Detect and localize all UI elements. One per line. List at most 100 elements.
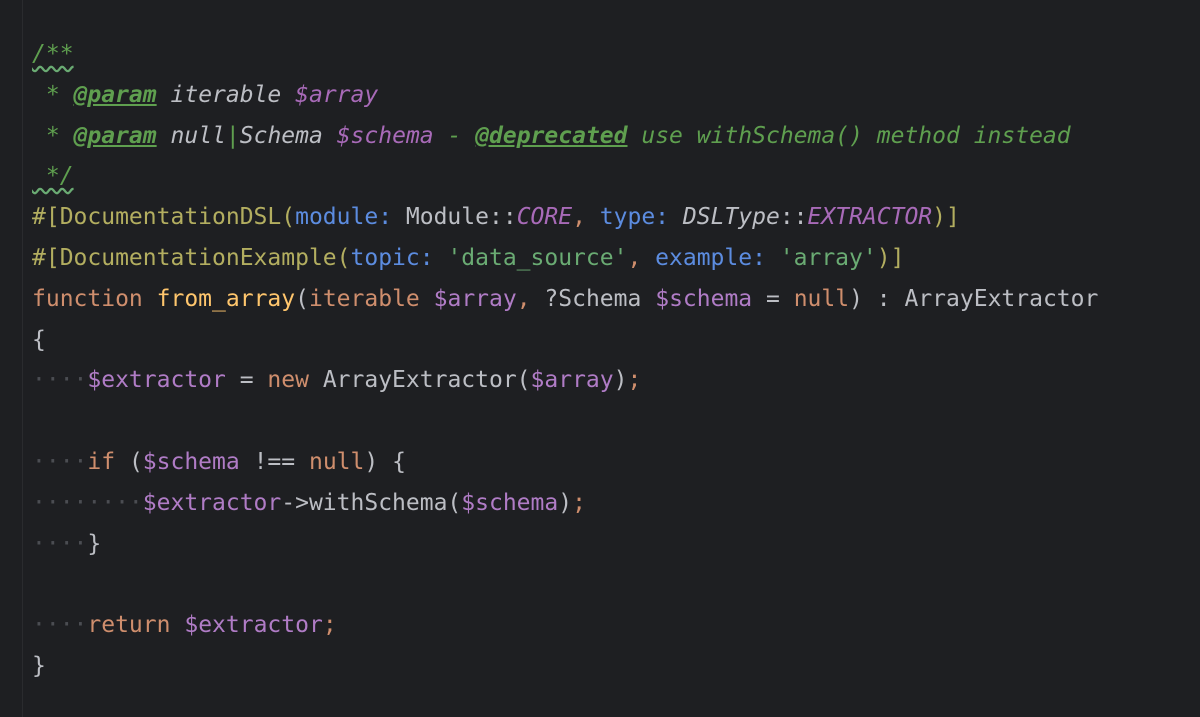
code-token: DSLType: [682, 204, 780, 231]
code-line[interactable]: */: [32, 156, 1098, 197]
code-token: EXTRACTOR: [807, 204, 933, 231]
code-token: (: [295, 285, 309, 312]
code-token: ;: [322, 612, 337, 639]
code-token: #[DocumentationExample(: [32, 244, 351, 271]
code-line[interactable]: [32, 564, 1098, 605]
code-token: if: [87, 448, 116, 475]
code-token: use withSchema() method instead: [627, 122, 1071, 149]
code-token: $extractor: [184, 612, 323, 639]
code-token: ArrayExtractor: [904, 285, 1099, 312]
code-token: $array: [530, 367, 614, 394]
code-token: @param: [73, 81, 157, 108]
code-token: ········: [32, 489, 143, 516]
code-token: 'data_source': [447, 244, 628, 271]
code-token: ;: [572, 489, 586, 516]
code-token: example:: [655, 244, 780, 271]
code-token: CORE: [516, 204, 573, 231]
editor-gutter: [0, 0, 23, 717]
code-line[interactable]: function from_array(iterable $array, ?Sc…: [32, 279, 1098, 320]
code-token: ····: [32, 367, 88, 394]
code-token: ····: [32, 612, 88, 639]
code-line[interactable]: /**: [32, 34, 1098, 75]
code-editor[interactable]: /** * @param iterable $array * @param nu…: [0, 0, 1200, 717]
code-token: |: [225, 122, 240, 149]
code-token: ): [613, 367, 628, 394]
code-token: ) :: [849, 285, 905, 312]
code-token: @deprecated: [475, 122, 628, 149]
code-token: iterable: [308, 285, 420, 312]
code-token: module:: [295, 204, 406, 231]
code-token: (: [115, 448, 143, 475]
code-token: ) {: [364, 448, 406, 475]
code-area[interactable]: /** * @param iterable $array * @param nu…: [32, 34, 1098, 687]
code-token: ::: [779, 204, 808, 231]
code-token: ····: [32, 530, 88, 557]
code-token: 'array': [779, 244, 877, 271]
code-token: iterable: [170, 81, 282, 108]
code-line[interactable]: ····$extractor = new ArrayExtractor($arr…: [32, 360, 1098, 401]
code-token: $extractor: [142, 489, 282, 516]
code-token: $extractor: [87, 367, 226, 394]
code-token: from_array: [156, 285, 296, 312]
code-line[interactable]: ········$extractor->withSchema($schema);: [32, 483, 1098, 524]
code-token: ,: [516, 285, 545, 312]
code-line[interactable]: #[DocumentationExample(topic: 'data_sour…: [32, 238, 1098, 279]
code-token: *: [32, 122, 74, 149]
code-token: */: [32, 163, 74, 190]
code-token: )]: [876, 244, 905, 271]
code-token: ,: [627, 244, 656, 271]
code-token: ->withSchema(: [281, 489, 462, 516]
code-line[interactable]: {: [32, 320, 1098, 361]
code-token: ····: [32, 448, 88, 475]
code-line[interactable]: }: [32, 646, 1098, 687]
code-line[interactable]: * @param null|Schema $schema - @deprecat…: [32, 116, 1098, 157]
code-token: ::: [488, 204, 517, 231]
code-token: Module: [405, 204, 489, 231]
code-token: @param: [73, 122, 157, 149]
code-token: }: [87, 530, 102, 557]
code-token: $schema: [655, 285, 753, 312]
code-token: )]: [932, 204, 960, 231]
code-token: *: [32, 81, 74, 108]
code-line[interactable]: ····}: [32, 524, 1098, 565]
code-line[interactable]: * @param iterable $array: [32, 75, 1098, 116]
code-token: }: [32, 652, 46, 679]
code-token: Schema: [239, 122, 323, 149]
code-token: new: [267, 367, 309, 394]
code-token: =: [752, 285, 794, 312]
code-token: topic:: [350, 244, 448, 271]
code-token: /**: [32, 41, 74, 67]
code-token: $schema: [142, 448, 240, 475]
code-line[interactable]: ····return $extractor;: [32, 605, 1098, 646]
code-token: $array: [433, 285, 517, 312]
code-token: #[DocumentationDSL(: [32, 204, 296, 231]
code-line[interactable]: ····if ($schema !== null) {: [32, 442, 1098, 483]
code-token: !==: [239, 448, 309, 475]
code-token: return: [87, 612, 171, 639]
code-token: $array: [295, 81, 379, 108]
code-line[interactable]: [32, 401, 1098, 442]
code-token: $schema: [461, 489, 559, 516]
code-token: null: [308, 448, 365, 475]
code-token: ArrayExtractor(: [308, 367, 531, 394]
code-token: function: [32, 285, 143, 312]
code-token: ,: [572, 204, 600, 231]
code-token: ;: [627, 367, 642, 394]
code-token: null: [170, 122, 226, 149]
code-token: {: [32, 326, 46, 353]
code-token: ): [558, 489, 573, 516]
code-line[interactable]: #[DocumentationDSL(module: Module::CORE,…: [32, 197, 1098, 238]
code-token: -: [433, 122, 476, 149]
code-token: ?Schema: [544, 285, 642, 312]
code-token: type:: [599, 204, 683, 231]
code-token: $schema: [336, 122, 434, 149]
code-token: =: [225, 367, 268, 394]
